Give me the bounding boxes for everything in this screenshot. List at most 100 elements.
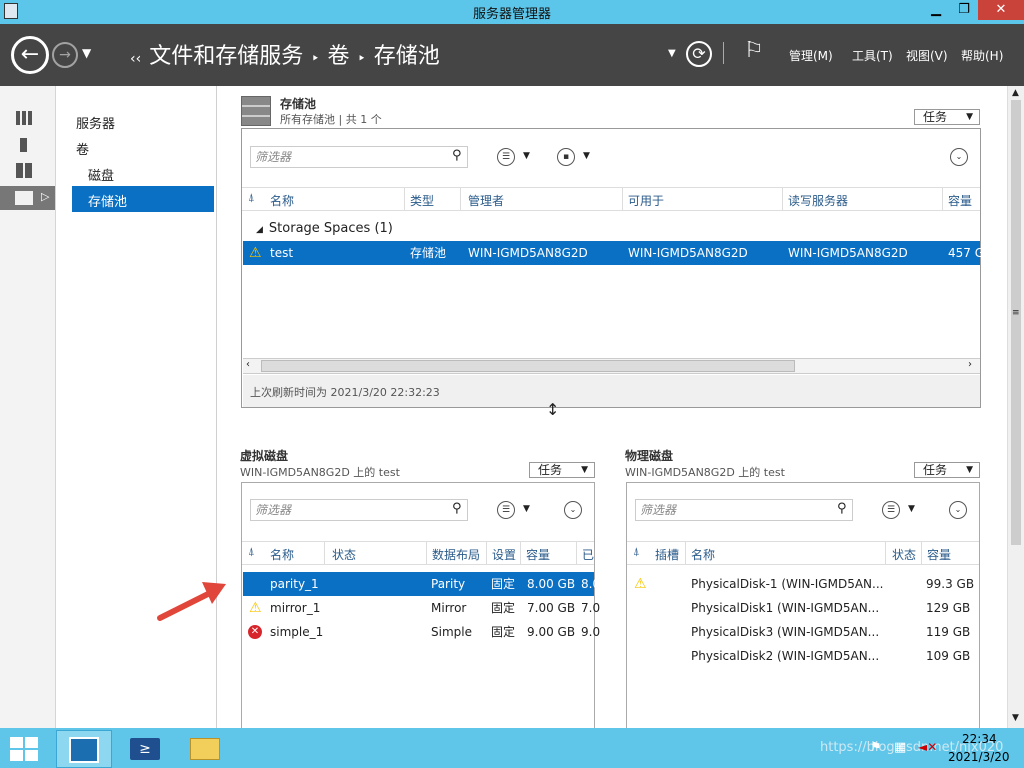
col-managed-by[interactable]: 管理者 [468, 192, 504, 209]
forward-button[interactable]: → [52, 42, 78, 68]
breadcrumb-volumes[interactable]: 卷 [327, 44, 349, 69]
warning-icon: ⚠ [634, 576, 647, 592]
pool-filter-input[interactable]: 筛选器 [250, 146, 468, 168]
storage-pool-panel: 筛选器 ⚲ ☰ ▼ ▪ ▼ ⌄ ⍋ 名称 类型 管理者 可用于 读写服务器 容量… [241, 128, 984, 408]
taskbar-file-explorer[interactable] [178, 730, 234, 768]
list-view-icon[interactable]: ☰ [497, 501, 515, 519]
taskbar-powershell[interactable]: ≥ [118, 730, 174, 768]
vertical-scrollbar[interactable]: ▲ ≡ ▼ [1007, 86, 1024, 728]
col-status[interactable]: 状态 [332, 546, 356, 563]
scroll-right-icon[interactable]: › [968, 359, 972, 370]
col-name[interactable]: 名称 [270, 192, 294, 209]
nav-item-disks[interactable]: 磁盘 [88, 165, 114, 184]
chevron-down-icon[interactable]: ▼ [523, 151, 530, 161]
minimize-button[interactable]: ▁ [922, 0, 950, 20]
list-view-icon[interactable]: ☰ [497, 148, 515, 166]
col-available-to[interactable]: 可用于 [628, 192, 664, 209]
sort-indicator-icon[interactable]: ⍋ [633, 545, 640, 559]
clock-time[interactable]: 22:34 [962, 732, 997, 746]
col-capacity[interactable]: 容量 [948, 192, 972, 209]
sort-indicator-icon[interactable]: ⍋ [248, 191, 255, 205]
col-capacity[interactable]: 容量 [927, 546, 951, 563]
breadcrumb-storage-pools[interactable]: 存储池 [374, 44, 440, 69]
pdisk-tasks-button[interactable]: 任务 ▼ [914, 462, 980, 478]
chevron-down-icon[interactable]: ▼ [82, 46, 91, 60]
nav-item-volumes[interactable]: 卷 [76, 139, 89, 158]
pool-horizontal-scrollbar[interactable]: ‹ › [243, 358, 980, 374]
chevron-down-icon[interactable]: ▼ [583, 151, 590, 161]
col-allocated[interactable]: 已 [582, 546, 594, 563]
col-provisioning[interactable]: 设置 [492, 546, 516, 563]
dashboard-icon[interactable] [16, 111, 32, 125]
vdisk-tasks-button[interactable]: 任务 ▼ [529, 462, 595, 478]
refresh-button[interactable]: ⟳ [686, 41, 712, 67]
nav-item-servers[interactable]: 服务器 [76, 113, 115, 132]
chevron-down-icon[interactable]: ▼ [908, 504, 915, 514]
menu-view[interactable]: 视图(V) [906, 47, 948, 64]
col-rw-server[interactable]: 读写服务器 [788, 192, 848, 209]
pdisk-filter-input[interactable]: 筛选器 [635, 499, 853, 521]
col-type[interactable]: 类型 [410, 192, 434, 209]
local-server-icon[interactable] [20, 138, 27, 152]
search-icon[interactable]: ⚲ [837, 501, 847, 516]
menu-help[interactable]: 帮助(H) [961, 47, 1003, 64]
all-servers-icon[interactable] [16, 163, 32, 178]
physical-disk-section-title: 物理磁盘 [625, 449, 674, 463]
table-row[interactable]: PhysicalDisk3 (WIN-IGMD5AN... 119 GB [628, 620, 979, 644]
table-row[interactable]: ⚠ mirror_1 Mirror 固定 7.00 GB 7.0 [243, 596, 600, 620]
nav-item-storage-pools[interactable]: 存储池 [88, 191, 127, 210]
expand-collapse-icon[interactable]: ⌄ [949, 501, 967, 519]
restore-button[interactable]: ❐ [950, 0, 978, 20]
col-name[interactable]: 名称 [691, 546, 715, 563]
menu-manage[interactable]: 管理(M) [789, 47, 833, 64]
col-capacity[interactable]: 容量 [526, 546, 550, 563]
vdisk-provisioning: 固定 [491, 601, 516, 615]
pool-group-header[interactable]: ◢ Storage Spaces (1) [256, 221, 393, 236]
scroll-thumb[interactable] [261, 360, 795, 372]
expand-collapse-icon[interactable]: ⌄ [564, 501, 582, 519]
breadcrumb-overflow-icon[interactable]: ‹‹ [130, 51, 141, 67]
pool-available-to: WIN-IGMD5AN8G2D [628, 246, 748, 260]
search-icon[interactable]: ⚲ [452, 501, 462, 516]
resize-handle-icon[interactable]: ↕ [546, 400, 559, 419]
windows-start-icon[interactable] [10, 737, 38, 761]
sort-indicator-icon[interactable]: ⍋ [248, 545, 255, 559]
table-row[interactable]: parity_1 Parity 固定 8.00 GB 8.0 [243, 572, 600, 596]
sound-muted-icon[interactable]: ◄✕ [918, 740, 937, 754]
col-layout[interactable]: 数据布局 [432, 546, 480, 563]
vdisk-filter-input[interactable]: 筛选器 [250, 499, 468, 521]
scroll-down-icon[interactable]: ▼ [1012, 713, 1019, 723]
vdisk-table-header: ⍋ 名称 状态 数据布局 设置 容量 已 [242, 541, 594, 565]
clock-date[interactable]: 2021/3/20 [948, 750, 1010, 764]
menu-tools[interactable]: 工具(T) [852, 47, 893, 64]
window-title: 服务器管理器 [472, 7, 551, 22]
chevron-down-icon[interactable]: ▼ [523, 504, 530, 514]
expand-collapse-icon[interactable]: ⌄ [950, 148, 968, 166]
scroll-up-icon[interactable]: ▲ [1012, 88, 1019, 98]
back-button[interactable]: ← [11, 36, 49, 74]
scroll-thumb[interactable] [1011, 100, 1021, 545]
scroll-left-icon[interactable]: ‹ [246, 359, 250, 370]
col-status[interactable]: 状态 [892, 546, 916, 563]
table-row[interactable]: ⚠ test 存储池 WIN-IGMD5AN8G2D WIN-IGMD5AN8G… [243, 241, 984, 265]
save-query-icon[interactable]: ▪ [557, 148, 575, 166]
breadcrumb-file-storage[interactable]: 文件和存储服务 [149, 44, 303, 69]
pdisk-table-header: ⍋ 插槽 名称 状态 容量 [627, 541, 979, 565]
chevron-down-icon[interactable]: ▼ [668, 48, 676, 59]
pool-tasks-button[interactable]: 任务 ▼ [914, 109, 980, 125]
notification-flag-icon[interactable]: ⚐ [744, 38, 764, 63]
table-row[interactable]: PhysicalDisk2 (WIN-IGMD5AN... 109 GB [628, 644, 979, 668]
action-center-flag-icon[interactable]: ⚑ [870, 740, 882, 755]
network-icon[interactable]: ▦ [894, 740, 906, 755]
col-name[interactable]: 名称 [270, 546, 294, 563]
table-row[interactable]: ⚠ PhysicalDisk-1 (WIN-IGMD5AN... 99.3 GB [628, 572, 979, 596]
expand-icon[interactable]: ▷ [41, 190, 49, 203]
col-slot[interactable]: 插槽 [655, 546, 679, 563]
collapse-icon[interactable]: ◢ [256, 225, 263, 235]
search-icon[interactable]: ⚲ [452, 148, 462, 163]
close-button[interactable]: ✕ [978, 0, 1024, 20]
taskbar-server-manager[interactable] [56, 730, 112, 768]
list-view-icon[interactable]: ☰ [882, 501, 900, 519]
table-row[interactable]: PhysicalDisk1 (WIN-IGMD5AN... 129 GB [628, 596, 979, 620]
table-row[interactable]: ✕ simple_1 Simple 固定 9.00 GB 9.0 [243, 620, 600, 644]
